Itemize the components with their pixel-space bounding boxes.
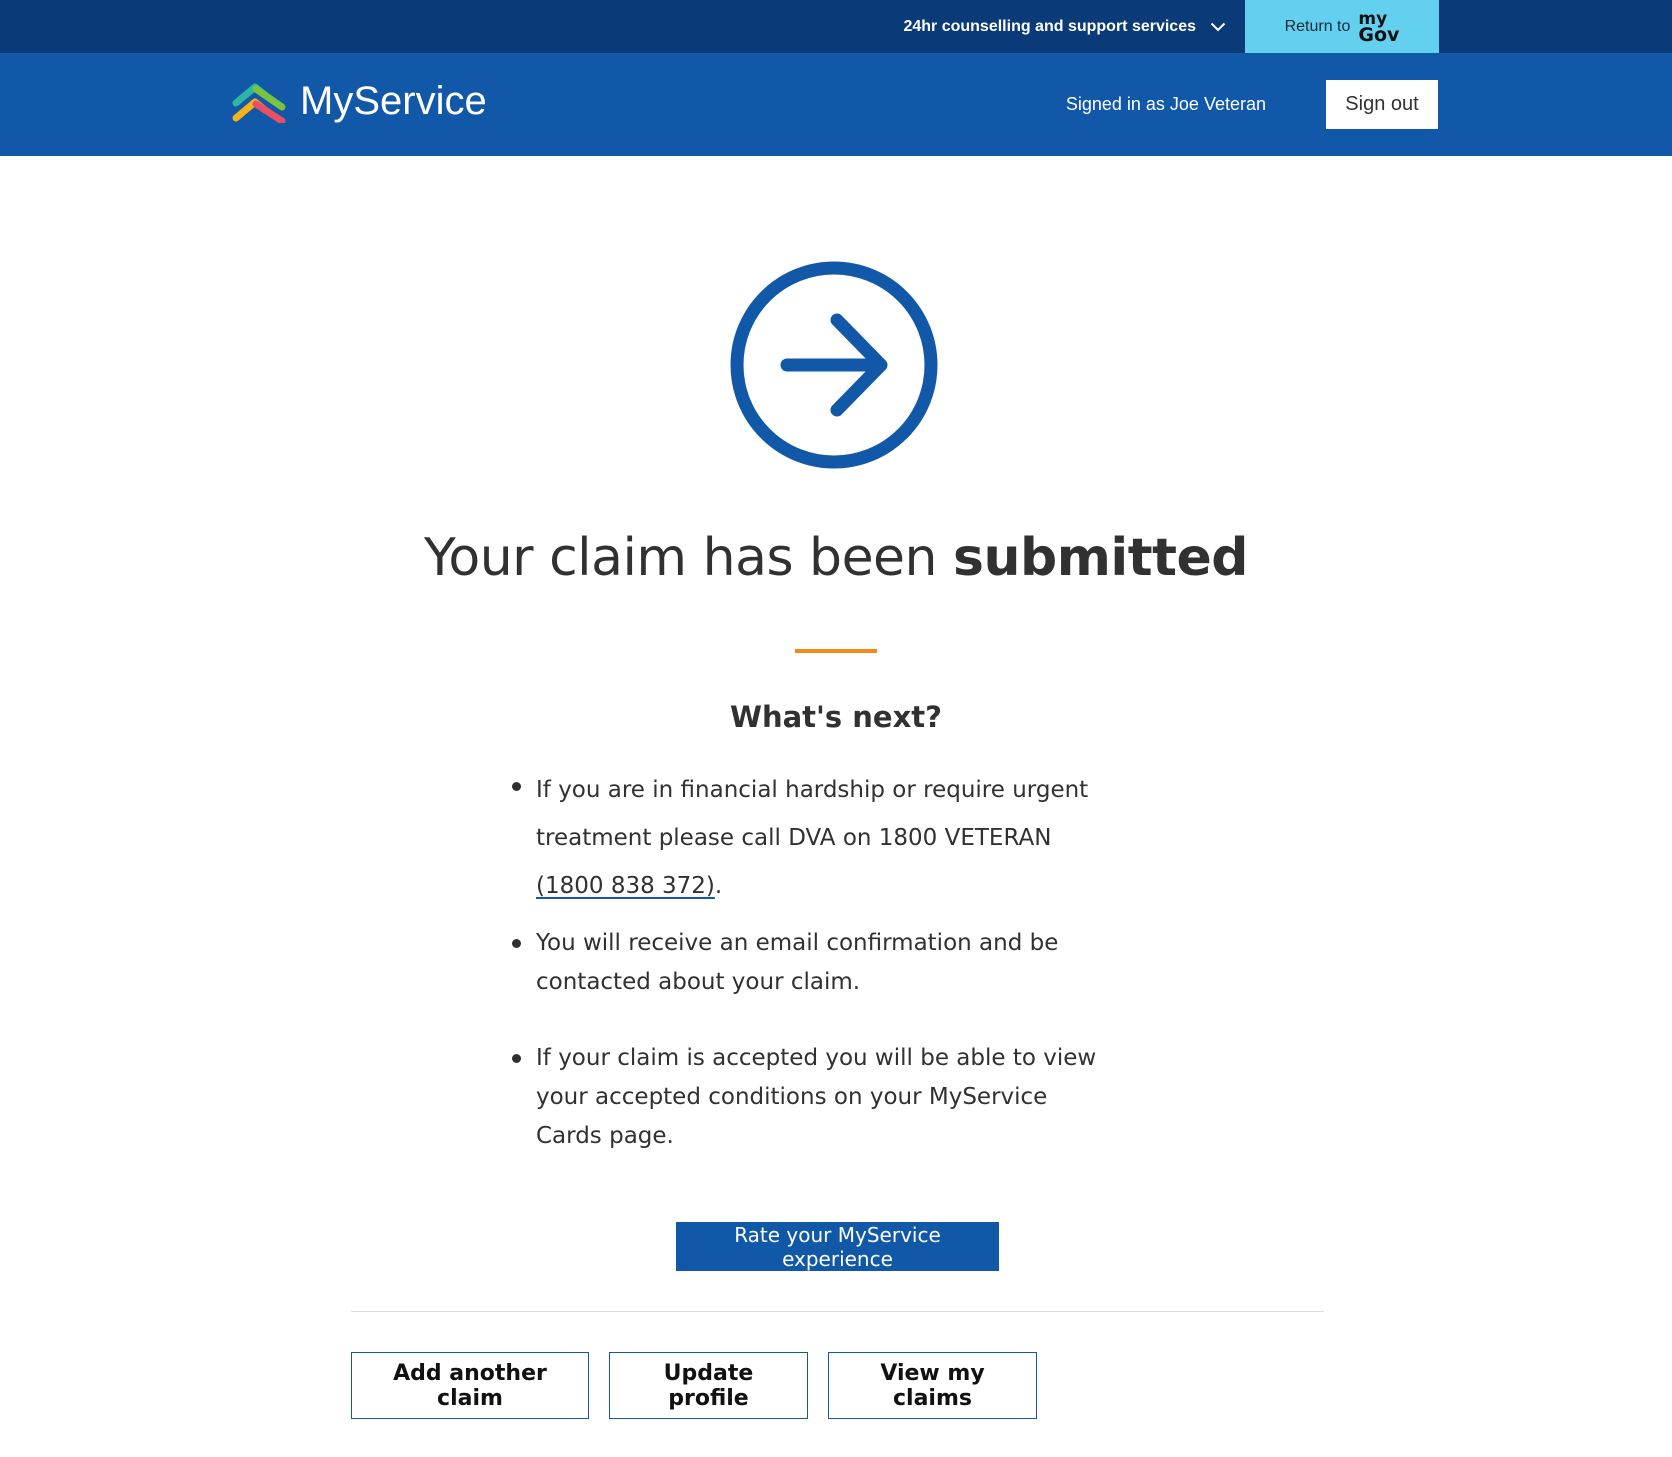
whats-next-heading: What's next? [729, 700, 942, 734]
section-divider [351, 1311, 1324, 1312]
sign-out-button[interactable]: Sign out [1326, 80, 1438, 129]
support-services-dropdown[interactable]: 24hr counselling and support services [903, 0, 1226, 53]
signed-in-text: Signed in as Joe Veteran [1065, 94, 1266, 114]
list-item-text: If your claim is accepted you will be ab… [536, 1045, 1097, 1149]
view-my-claims-button[interactable]: View my claims [828, 1352, 1037, 1419]
mygov-logo-bottom: Gov [1358, 23, 1400, 46]
add-another-claim-button[interactable]: Add another claim [351, 1352, 589, 1419]
page-title: Your claim has been submitted [0, 528, 1672, 588]
title-accent-divider [795, 649, 877, 653]
arrow-right-circle-icon [730, 261, 938, 469]
brand-name: MyService [300, 79, 487, 123]
return-to-label: Return to [1284, 17, 1351, 35]
phone-number-link[interactable]: (1800 838 372) [536, 873, 715, 899]
list-item-text-end: . [714, 873, 723, 899]
list-item-text: You will receive an email confirmation a… [536, 930, 1059, 995]
mygov-logo: my Gov [1358, 10, 1400, 46]
return-to-mygov-button[interactable]: Return to my Gov [1245, 0, 1439, 53]
rate-experience-button[interactable]: Rate your MyService experience [676, 1222, 999, 1271]
next-steps-list: If you are in financial hardship or requ… [507, 766, 1107, 1156]
site-header: MyService Signed in as Joe Veteran Sign … [0, 53, 1672, 156]
update-profile-button[interactable]: Update profile [609, 1352, 808, 1419]
myservice-logo-icon [232, 83, 286, 123]
list-item: If you are in financial hardship or requ… [507, 766, 1107, 910]
list-item: If your claim is accepted you will be ab… [507, 1039, 1107, 1156]
myservice-home-link[interactable]: MyService [232, 79, 487, 124]
support-services-label: 24hr counselling and support services [903, 17, 1196, 35]
top-utility-bar: 24hr counselling and support services Re… [0, 0, 1672, 53]
page-title-prefix: Your claim has been [424, 528, 954, 588]
list-item: You will receive an email confirmation a… [507, 924, 1107, 1002]
page-title-emphasis: submitted [953, 528, 1248, 588]
claim-actions: Add another claim Update profile View my… [351, 1352, 1037, 1419]
chevron-down-icon [1210, 22, 1226, 31]
list-item-text: If you are in financial hardship or requ… [536, 777, 1089, 851]
